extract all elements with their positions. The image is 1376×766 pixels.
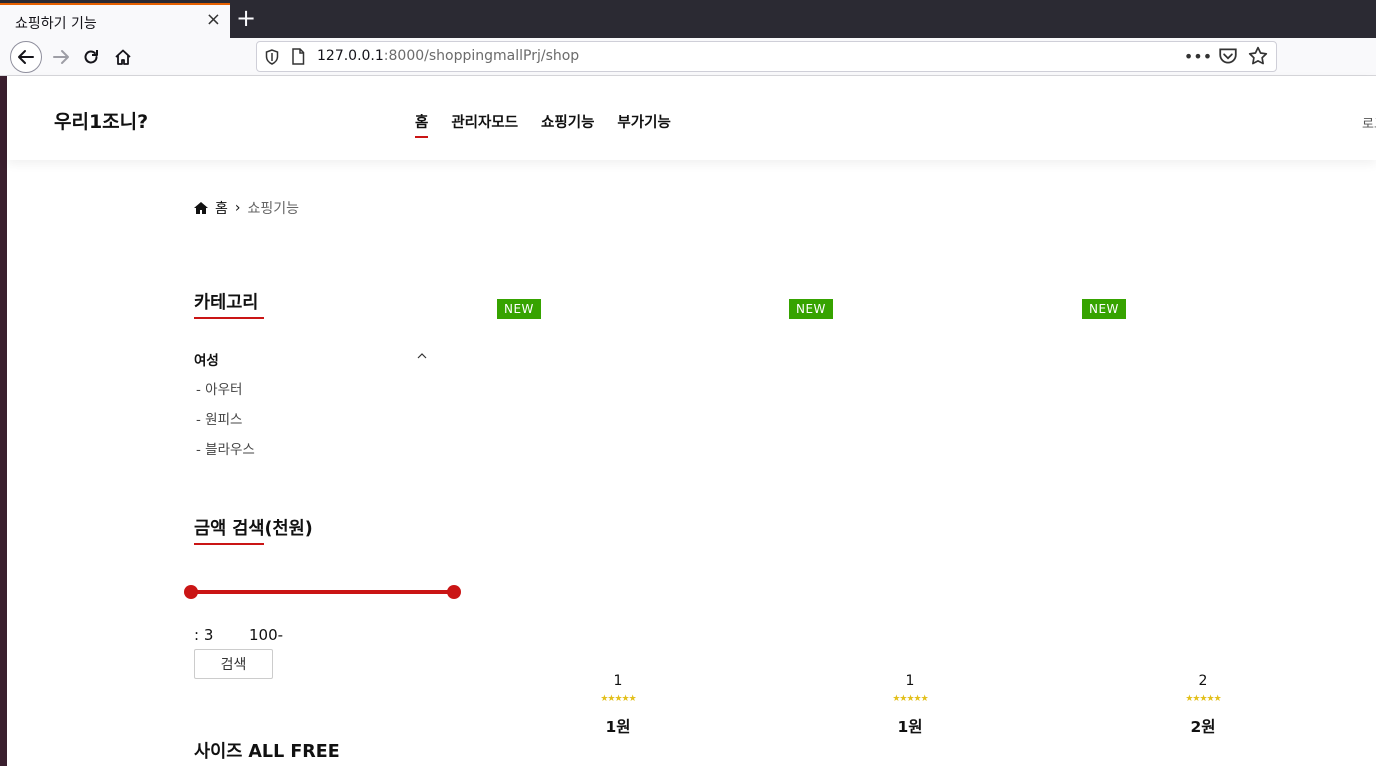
product-price: 1원 (897, 718, 923, 736)
site-logo[interactable]: 우리1조니? (54, 107, 148, 134)
category-section-title: 카테고리 (194, 289, 264, 319)
forward-arrow-icon (53, 50, 69, 64)
nav-item-shop[interactable]: 쇼핑기능 (541, 111, 594, 135)
product-name[interactable]: 2 (1082, 673, 1324, 689)
back-arrow-icon (18, 50, 34, 64)
url-text: 127.0.0.1:8000/shoppingmallPrj/shop (317, 48, 579, 64)
browser-tab-bar: 쇼핑하기 기능 × + (0, 0, 1376, 38)
reload-icon (84, 50, 98, 64)
product-card[interactable]: NEW 1 ★★★★★ 1원 (497, 299, 739, 739)
site-header: 우리1조니? 홈 관리자모드 쇼핑기능 부가기능 로그인 (7, 76, 1376, 160)
category-list: - 아우터 - 원피스 - 블라우스 (196, 380, 255, 470)
home-icon (115, 49, 131, 65)
close-icon[interactable]: × (206, 10, 221, 30)
price-min-handle[interactable] (184, 585, 198, 599)
nav-item-extra[interactable]: 부가기능 (617, 111, 670, 135)
desktop-edge (0, 38, 7, 766)
new-tab-icon[interactable]: + (236, 6, 256, 30)
product-price: 1원 (605, 718, 631, 736)
price-range-track[interactable] (191, 590, 454, 594)
new-badge: NEW (1082, 299, 1126, 319)
price-max-value: 100- (249, 626, 284, 644)
rating-stars-icon: ★★★★★ (892, 694, 928, 704)
size-title-text: 사이즈 ALL FREE (194, 742, 340, 762)
url-host: 127.0.0.1 (317, 48, 384, 64)
product-card[interactable]: NEW 1 ★★★★★ 1원 (789, 299, 1031, 739)
category-group-women[interactable]: 여성 (194, 349, 429, 369)
price-title-text: 금액 검색(천원) (194, 519, 313, 539)
nav-item-home[interactable]: 홈 (415, 111, 429, 138)
login-link[interactable]: 로그인 (1362, 113, 1376, 132)
price-search-button[interactable]: 검색 (194, 649, 273, 679)
shield-icon[interactable] (265, 49, 279, 65)
product-name[interactable]: 1 (497, 673, 739, 689)
price-min-value: : 3 (194, 626, 214, 644)
category-item-outer[interactable]: - 아우터 (196, 380, 255, 410)
main-nav: 홈 관리자모드 쇼핑기능 부가기능 (415, 111, 671, 138)
address-bar[interactable]: 127.0.0.1:8000/shoppingmallPrj/shop ••• (256, 41, 1277, 72)
title-underline (194, 317, 264, 319)
breadcrumb-home[interactable]: 홈 (215, 198, 228, 218)
breadcrumb-current: 쇼핑기능 (247, 201, 300, 217)
rating-stars-icon: ★★★★★ (600, 694, 636, 704)
star-icon[interactable] (1248, 46, 1268, 66)
home-button[interactable] (108, 42, 138, 72)
new-badge: NEW (497, 299, 541, 319)
back-button[interactable] (10, 41, 42, 73)
more-icon[interactable]: ••• (1184, 46, 1212, 66)
browser-tab[interactable]: 쇼핑하기 기능 × (0, 3, 230, 38)
home-icon (194, 202, 208, 214)
category-item-blouse[interactable]: - 블라우스 (196, 440, 255, 470)
rating-stars-icon: ★★★★★ (1185, 694, 1221, 704)
page-icon[interactable] (291, 48, 305, 65)
chevron-right-icon: › (234, 200, 241, 216)
price-readout: : 3 100- (194, 626, 283, 644)
reload-button[interactable] (76, 42, 106, 72)
product-price: 2원 (1190, 718, 1216, 736)
category-item-onepiece[interactable]: - 원피스 (196, 410, 255, 440)
breadcrumb: 홈 › 쇼핑기능 (194, 198, 299, 218)
forward-button[interactable] (46, 42, 76, 72)
category-title-text: 카테고리 (194, 293, 259, 313)
nav-item-admin[interactable]: 관리자모드 (451, 111, 518, 135)
price-section-title: 금액 검색(천원) (194, 515, 313, 545)
pocket-icon[interactable] (1218, 46, 1238, 66)
size-section-title: 사이즈 ALL FREE (194, 738, 340, 763)
chevron-up-icon[interactable] (417, 352, 427, 359)
tab-title: 쇼핑하기 기능 (15, 16, 97, 32)
new-badge: NEW (789, 299, 833, 319)
url-path: :8000/shoppingmallPrj/shop (383, 48, 580, 64)
product-name[interactable]: 1 (789, 673, 1031, 689)
browser-toolbar: 127.0.0.1:8000/shoppingmallPrj/shop ••• (0, 38, 1376, 76)
category-group-label: 여성 (194, 353, 219, 369)
title-underline (194, 543, 264, 545)
price-max-handle[interactable] (447, 585, 461, 599)
product-card[interactable]: NEW 2 ★★★★★ 2원 (1082, 299, 1324, 739)
